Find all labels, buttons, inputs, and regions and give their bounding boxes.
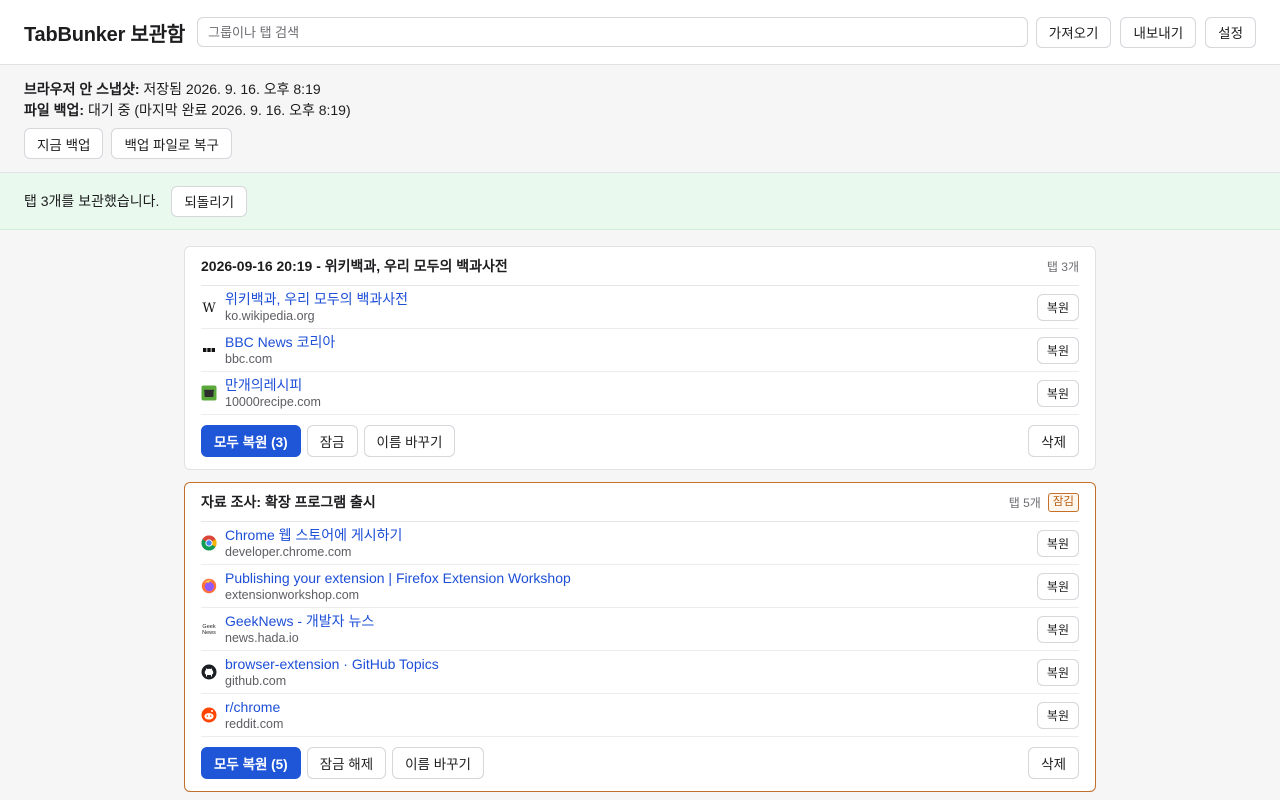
tab-group: 2026-09-16 20:19 - 위키백과, 우리 모두의 백과사전 탭 3… [184, 246, 1096, 470]
restore-tab-button[interactable]: 복원 [1036, 572, 1079, 600]
bbc-icon [201, 342, 217, 358]
tab-row: W 위키백과, 우리 모두의 백과사전 ko.wikipedia.org 복원 [201, 286, 1079, 329]
restore-tab-button[interactable]: 복원 [1036, 293, 1079, 321]
app-header: TabBunker 보관함 가져오기 내보내기 설정 [0, 0, 1280, 65]
snapshot-label: 브라우저 안 스냅샷: [24, 81, 140, 97]
tab-domain: news.hada.io [225, 631, 299, 645]
tab-link[interactable]: 만개의레시피 [225, 376, 1037, 394]
recipe-icon [201, 385, 217, 401]
tab-count: 탭 5개 [1008, 495, 1041, 510]
tab-domain: extensionworkshop.com [225, 588, 360, 602]
restore-all-button[interactable]: 모두 복원 (5) [201, 747, 301, 779]
restore-tab-button[interactable]: 복원 [1036, 379, 1079, 407]
tab-row: Geek News GeekNews - 개발자 뉴스 news.hada.io… [201, 608, 1079, 651]
restore-tab-button[interactable]: 복원 [1036, 701, 1079, 729]
rename-button[interactable]: 이름 바꾸기 [363, 425, 456, 457]
reddit-icon [201, 707, 217, 723]
toast-notification: 탭 3개를 보관했습니다. 되돌리기 [0, 173, 1280, 230]
restore-tab-button[interactable]: 복원 [1036, 336, 1079, 364]
search-input[interactable] [197, 17, 1028, 47]
group-title: 2026-09-16 20:19 - 위키백과, 우리 모두의 백과사전 [201, 258, 508, 274]
lock-button[interactable]: 잠금 [306, 425, 358, 457]
github-icon [201, 664, 217, 680]
tab-domain: bbc.com [225, 352, 273, 366]
export-button[interactable]: 내보내기 [1120, 16, 1197, 48]
svg-text:W: W [202, 301, 216, 315]
tab-link[interactable]: GeekNews - 개발자 뉴스 [225, 612, 1037, 630]
tab-row: Publishing your extension | Firefox Exte… [201, 565, 1079, 608]
undo-button[interactable]: 되돌리기 [171, 185, 248, 217]
snapshot-value: 저장됨 2026. 9. 16. 오후 8:19 [139, 81, 321, 97]
tab-row: BBC News 코리아 bbc.com 복원 [201, 329, 1079, 372]
backup-now-button[interactable]: 지금 백업 [24, 128, 104, 159]
chrome-icon [201, 535, 217, 551]
geeknews-icon: Geek News [201, 621, 217, 637]
file-backup-status: 파일 백업: 대기 중 (마지막 완료 2026. 9. 16. 오후 8:19… [24, 100, 1256, 121]
tab-domain: github.com [225, 674, 287, 688]
backup-status: 브라우저 안 스냅샷: 저장됨 2026. 9. 16. 오후 8:19 파일 … [0, 65, 1280, 173]
locked-badge: 잠김 [1047, 492, 1079, 512]
tab-link[interactable]: Chrome 웹 스토어에 게시하기 [225, 526, 1037, 544]
tab-row: r/chrome reddit.com 복원 [201, 694, 1079, 737]
group-title: 자료 조사: 확장 프로그램 출시 [201, 494, 376, 510]
tab-domain: 10000recipe.com [225, 395, 321, 409]
settings-button[interactable]: 설정 [1205, 16, 1256, 48]
delete-button[interactable]: 삭제 [1028, 425, 1079, 457]
tab-link[interactable]: 위키백과, 우리 모두의 백과사전 [225, 290, 1037, 308]
delete-button[interactable]: 삭제 [1028, 747, 1079, 779]
tab-count: 탭 3개 [1046, 259, 1079, 274]
tab-group-locked: 자료 조사: 확장 프로그램 출시 탭 5개 잠김 Chrome 웹 스토어에 … [184, 482, 1096, 792]
restore-tab-button[interactable]: 복원 [1036, 658, 1079, 686]
file-backup-value: 대기 중 (마지막 완료 2026. 9. 16. 오후 8:19) [84, 102, 351, 118]
group-list: 2026-09-16 20:19 - 위키백과, 우리 모두의 백과사전 탭 3… [0, 230, 1280, 792]
file-backup-label: 파일 백업: [24, 102, 85, 118]
snapshot-status: 브라우저 안 스냅샷: 저장됨 2026. 9. 16. 오후 8:19 [24, 79, 1256, 100]
restore-tab-button[interactable]: 복원 [1036, 529, 1079, 557]
restore-from-file-button[interactable]: 백업 파일로 복구 [111, 128, 232, 159]
tab-domain: developer.chrome.com [225, 545, 352, 559]
tab-link[interactable]: Publishing your extension | Firefox Exte… [225, 569, 1037, 587]
tab-domain: ko.wikipedia.org [225, 309, 315, 323]
tab-row: Chrome 웹 스토어에 게시하기 developer.chrome.com … [201, 522, 1079, 565]
restore-all-button[interactable]: 모두 복원 (3) [201, 425, 301, 457]
unlock-button[interactable]: 잠금 해제 [306, 747, 387, 779]
toast-message: 탭 3개를 보관했습니다. [24, 193, 160, 209]
wikipedia-icon: W [201, 299, 217, 315]
restore-tab-button[interactable]: 복원 [1036, 615, 1079, 643]
app-title: TabBunker 보관함 [24, 23, 186, 46]
tab-domain: reddit.com [225, 717, 284, 731]
firefox-icon [201, 578, 217, 594]
tab-link[interactable]: browser-extension · GitHub Topics [225, 655, 1037, 673]
tab-link[interactable]: r/chrome [225, 698, 1037, 716]
tab-link[interactable]: BBC News 코리아 [225, 333, 1037, 351]
rename-button[interactable]: 이름 바꾸기 [392, 747, 484, 779]
tab-row: 만개의레시피 10000recipe.com 복원 [201, 372, 1079, 415]
geeknews-icon-text-2: News [202, 630, 216, 636]
tab-row: browser-extension · GitHub Topics github… [201, 651, 1079, 694]
import-button[interactable]: 가져오기 [1035, 16, 1112, 48]
